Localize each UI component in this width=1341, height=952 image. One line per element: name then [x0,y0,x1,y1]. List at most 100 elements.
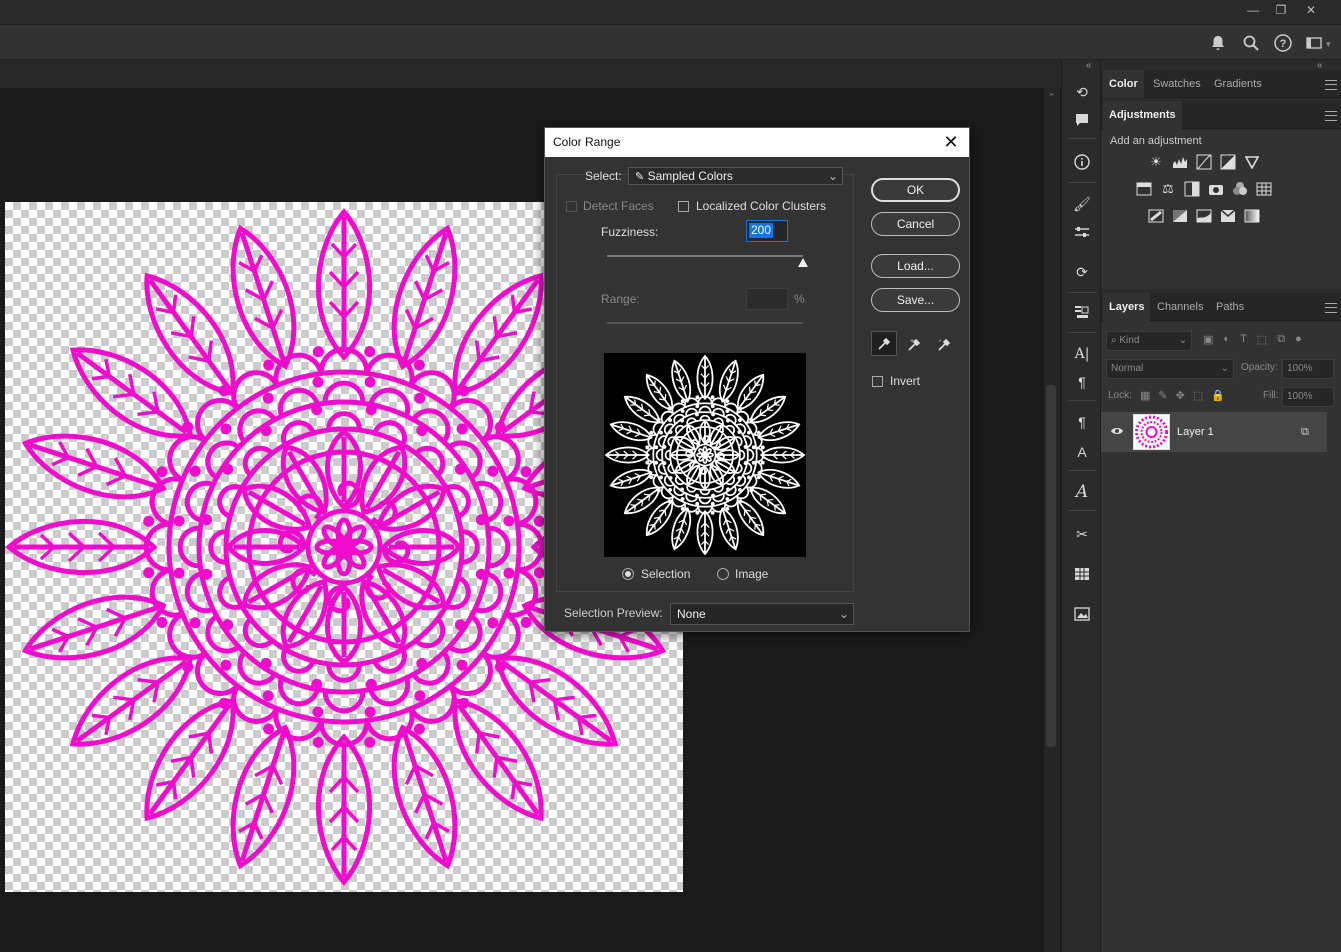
character-icon[interactable]: A| [1072,344,1092,364]
panel-menu-icon[interactable] [1325,80,1337,90]
layer-filter-kind[interactable]: ⌕ Kind ⌄ [1106,331,1192,351]
workspace-icon[interactable] [1304,33,1324,53]
tab-swatches[interactable]: Swatches [1147,70,1207,98]
chevron-down-icon[interactable]: ▾ [1326,39,1331,50]
collapse-icon[interactable]: « [1086,60,1092,71]
properties-icon[interactable]: ✂ [1072,524,1092,544]
scroll-up-icon[interactable]: ⌃ [1048,92,1056,103]
selective-color-icon[interactable] [1219,207,1237,225]
lock-all-icon[interactable]: 🔒 [1211,389,1225,402]
lock-transparent-icon[interactable]: ▦ [1140,389,1150,402]
invert-checkbox[interactable] [872,376,883,387]
close-icon[interactable]: ✕ [941,132,961,152]
blend-mode-value: Normal [1111,363,1144,374]
black-white-icon[interactable] [1183,180,1201,198]
posterize-icon[interactable] [1171,207,1189,225]
lock-position-icon[interactable]: ✥ [1176,389,1185,402]
brightness-icon[interactable]: ☀ [1147,153,1165,171]
color-balance-icon[interactable]: ⚖ [1159,180,1177,198]
grid-icon[interactable] [1072,564,1092,584]
character-styles-icon[interactable]: A [1072,442,1092,462]
info-icon[interactable] [1072,152,1092,172]
scrollbar-thumb[interactable] [1046,385,1056,747]
libraries-icon[interactable] [1072,604,1092,624]
eye-icon[interactable] [1110,425,1124,439]
detect-faces-checkbox[interactable] [566,201,577,212]
help-icon[interactable]: ? [1273,33,1293,53]
localized-clusters-checkbox[interactable] [678,201,689,212]
blend-mode-select[interactable]: Normal ⌄ [1106,359,1234,379]
restore-button[interactable]: ❐ [1268,0,1294,20]
select-dropdown[interactable]: ✎ Sampled Colors ⌄ [628,167,843,185]
eyedropper-tool-icon[interactable] [871,331,897,356]
dialog-title: Color Range [545,128,969,157]
panel-menu-icon[interactable] [1325,303,1337,313]
panel-icon-strip: « ⟲ 🖌 ⟳ A| ¶ ¶ A A ✂ [1061,60,1101,952]
layer-name[interactable]: Layer 1 [1177,426,1214,438]
opacity-field[interactable]: 100% [1282,359,1334,379]
tab-gradients[interactable]: Gradients [1208,70,1268,98]
vibrance-icon[interactable] [1243,153,1261,171]
glyphs-icon[interactable]: A [1072,482,1092,502]
brush-icon[interactable]: 🖌 [1072,194,1092,214]
color-lookup-icon[interactable] [1255,180,1273,198]
save-button[interactable]: Save... [871,288,960,312]
fuzziness-slider[interactable] [607,255,803,257]
layer-thumbnail[interactable] [1133,414,1170,450]
range-input[interactable] [746,288,788,310]
history-icon[interactable]: ⟲ [1072,82,1092,102]
svg-text:?: ? [1280,38,1287,50]
fuzziness-input[interactable]: 200 [746,220,788,242]
adjustments-heading: Add an adjustment [1110,135,1202,147]
fuzziness-slider-thumb[interactable] [798,258,808,267]
tool-presets-icon[interactable] [1072,302,1092,322]
range-label: Range: [601,292,640,306]
gradient-map-icon[interactable] [1243,207,1261,225]
tab-layers[interactable]: Layers [1103,293,1151,321]
add-to-sample-icon[interactable]: + [905,334,925,354]
image-radio-label: Image [735,567,769,581]
paragraph-icon[interactable]: ¶ [1072,372,1092,392]
clone-source-icon[interactable]: ⟳ [1072,262,1092,282]
minimize-button[interactable]: — [1240,0,1266,20]
adjustments-panel: Add an adjustment ☀ ⚖ [1101,129,1341,289]
filter-toggle-icon[interactable]: ● [1295,333,1302,349]
tab-adjustments[interactable]: Adjustments [1103,101,1182,129]
bell-icon[interactable] [1208,33,1228,53]
exposure-icon[interactable] [1219,153,1237,171]
fill-field[interactable]: 100% [1282,387,1334,407]
invert-adjustment-icon[interactable] [1147,207,1165,225]
selection-preview-dropdown[interactable]: None ⌄ [670,603,854,625]
hue-saturation-icon[interactable] [1135,180,1153,198]
lock-artboard-icon[interactable]: ⬚ [1193,389,1203,402]
threshold-icon[interactable] [1195,207,1213,225]
brush-settings-icon[interactable] [1072,222,1092,242]
selection-radio[interactable] [622,568,634,580]
curves-icon[interactable] [1195,153,1213,171]
smart-object-filter-icon[interactable]: ⧉ [1277,333,1285,349]
image-radio[interactable] [717,568,729,580]
photo-filter-icon[interactable] [1207,180,1225,198]
panel-menu-icon[interactable] [1325,111,1337,121]
levels-icon[interactable] [1171,153,1189,171]
cancel-button[interactable]: Cancel [871,212,960,236]
ok-button[interactable]: OK [871,178,960,202]
tab-paths[interactable]: Paths [1210,293,1250,321]
shape-filter-icon[interactable]: ⬚ [1257,333,1267,349]
pixel-filter-icon[interactable]: ▣ [1203,333,1213,349]
load-button[interactable]: Load... [871,254,960,278]
layer-row[interactable]: Layer 1 ⧉ [1101,412,1327,452]
tab-color[interactable]: Color [1103,70,1144,98]
channel-mixer-icon[interactable] [1231,180,1249,198]
adjustment-filter-icon[interactable]: ◐ [1223,333,1230,349]
comment-icon[interactable] [1072,110,1092,130]
close-window-button[interactable]: ✕ [1298,0,1324,20]
range-slider[interactable] [607,322,803,324]
search-icon[interactable] [1241,33,1261,53]
type-filter-icon[interactable]: T [1240,333,1247,349]
tab-channels[interactable]: Channels [1151,293,1209,321]
lock-paint-icon[interactable]: ✎ [1158,389,1167,402]
range-unit: % [794,292,805,306]
paragraph-styles-icon[interactable]: ¶ [1072,412,1092,432]
subtract-from-sample-icon[interactable]: - [935,334,955,354]
